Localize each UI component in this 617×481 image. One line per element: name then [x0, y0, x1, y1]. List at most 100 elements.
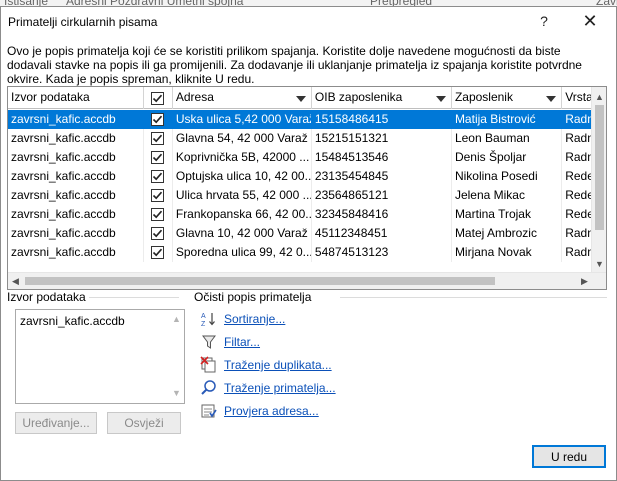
cell-data-source[interactable]: zavrsni_kafic.accdb [8, 205, 145, 224]
column-header-select-all[interactable] [144, 87, 173, 109]
table-row[interactable]: zavrsni_kafic.accdb Uska ulica 5,42 000 V… [8, 110, 592, 129]
cell-data-source[interactable]: zavrsni_kafic.accdb [8, 110, 145, 129]
cell-address[interactable]: Sporedna ulica 99, 42 0... [173, 243, 312, 262]
table-row[interactable]: zavrsni_kafic.accdb Ulica hrvata 55, 42 0… [8, 186, 592, 205]
cell-data-source[interactable]: zavrsni_kafic.accdb [8, 224, 145, 243]
edit-button[interactable]: Uređivanje... [15, 412, 97, 434]
dropdown-arrow-icon[interactable] [546, 96, 557, 102]
list-scrollbar[interactable]: ▲ ▼ [169, 310, 184, 403]
cell-type[interactable]: Rede [562, 186, 592, 205]
cell-type[interactable]: Radn [562, 224, 592, 243]
table-row[interactable]: zavrsni_kafic.accdb Optujska ulica 10, 42… [8, 167, 592, 186]
cell-type[interactable]: Rede [562, 205, 592, 224]
cell-address[interactable]: Frankopanska 66, 42 00... [173, 205, 312, 224]
cell-type[interactable]: Radn [562, 110, 592, 129]
close-button[interactable]: ✕ [575, 9, 605, 33]
column-header-data-source[interactable]: Izvor podataka [8, 87, 145, 109]
column-header-type[interactable]: Vrsta [562, 87, 592, 109]
scroll-thumb[interactable] [25, 277, 495, 285]
dropdown-arrow-icon[interactable] [295, 96, 306, 102]
data-source-list[interactable]: zavrsni_kafic.accdb ▲ ▼ [15, 309, 185, 404]
cell-oib[interactable]: 23564865121 [312, 186, 452, 205]
cell-data-source[interactable]: zavrsni_kafic.accdb [8, 243, 145, 262]
cell-oib[interactable]: 15215151321 [312, 129, 452, 148]
include-checkbox[interactable] [151, 189, 165, 202]
find-recipient-link[interactable]: Traženje primatelja... [224, 381, 336, 395]
cell-oib[interactable]: 15158486415 [312, 110, 452, 129]
cell-type[interactable]: Radn [562, 243, 592, 262]
cell-employee[interactable]: Matija Bistrović [452, 110, 563, 129]
cell-oib[interactable]: 32345848416 [312, 205, 452, 224]
cell-employee[interactable]: Matej Ambrozic [452, 224, 563, 243]
column-header-oib[interactable]: OIB zaposlenika [312, 87, 452, 109]
cell-employee[interactable]: Nikolina Posedi [452, 167, 563, 186]
cell-employee[interactable]: Leon Bauman [452, 129, 563, 148]
refresh-button[interactable]: Osvježi [107, 412, 181, 434]
cell-include[interactable] [144, 129, 173, 148]
cell-address[interactable]: Glavna 10, 42 000 Varaž [173, 224, 312, 243]
table-row[interactable]: zavrsni_kafic.accdb Glavna 54, 42 000 Var… [8, 129, 592, 148]
help-button[interactable]: ? [529, 9, 559, 33]
cell-oib[interactable]: 15484513546 [312, 148, 452, 167]
include-checkbox[interactable] [151, 170, 165, 183]
cell-employee[interactable]: Mirjana Novak [452, 243, 563, 262]
cell-data-source[interactable]: zavrsni_kafic.accdb [8, 186, 145, 205]
cell-address[interactable]: Ulica hrvata 55, 42 000 ... [173, 186, 312, 205]
find-duplicates-link-row[interactable]: Traženje duplikata... [200, 356, 332, 374]
scroll-down-icon[interactable]: ▼ [172, 388, 181, 398]
cell-oib[interactable]: 23135454845 [312, 167, 452, 186]
cell-employee[interactable]: Martina Trojak [452, 205, 563, 224]
horizontal-scrollbar[interactable]: ◀ ▶ [8, 272, 606, 289]
sort-link[interactable]: Sortiranje... [224, 312, 285, 326]
scroll-right-icon[interactable]: ▶ [577, 274, 592, 289]
validate-addresses-link[interactable]: Provjera adresa... [224, 404, 319, 418]
scroll-down-icon[interactable]: ▼ [592, 256, 606, 271]
cell-include[interactable] [144, 110, 173, 129]
find-recipient-link-row[interactable]: Traženje primatelja... [200, 379, 336, 397]
select-all-checkbox[interactable] [151, 91, 165, 105]
cell-include[interactable] [144, 205, 173, 224]
find-duplicates-link[interactable]: Traženje duplikata... [224, 358, 332, 372]
column-header-employee[interactable]: Zaposlenik [452, 87, 563, 109]
cell-employee[interactable]: Jelena Mikac [452, 186, 563, 205]
cell-oib[interactable]: 45112348451 [312, 224, 452, 243]
filter-link-row[interactable]: Filtar... [200, 333, 260, 351]
include-checkbox[interactable] [151, 132, 165, 145]
include-checkbox[interactable] [151, 208, 165, 221]
cell-type[interactable]: Rede [562, 167, 592, 186]
scroll-left-icon[interactable]: ◀ [8, 274, 23, 289]
filter-link[interactable]: Filtar... [224, 335, 260, 349]
cell-address[interactable]: Glavna 54, 42 000 Varaž [173, 129, 312, 148]
sort-link-row[interactable]: A Z Sortiranje... [200, 310, 285, 328]
data-source-item[interactable]: zavrsni_kafic.accdb [20, 314, 125, 328]
ok-button[interactable]: U redu [532, 445, 606, 468]
scroll-up-icon[interactable]: ▲ [172, 314, 181, 324]
cell-include[interactable] [144, 224, 173, 243]
cell-address[interactable]: Uska ulica 5,42 000 Varaž... [173, 110, 312, 129]
include-checkbox[interactable] [151, 113, 165, 126]
cell-address[interactable]: Koprivnička 5B, 42000 ... [173, 148, 312, 167]
table-row[interactable]: zavrsni_kafic.accdb Sporedna ulica 99, 42… [8, 243, 592, 262]
cell-data-source[interactable]: zavrsni_kafic.accdb [8, 167, 145, 186]
scroll-up-icon[interactable]: ▲ [592, 89, 606, 104]
cell-type[interactable]: Radn [562, 129, 592, 148]
include-checkbox[interactable] [151, 246, 165, 259]
table-row[interactable]: zavrsni_kafic.accdb Glavna 10, 42 000 Var… [8, 224, 592, 243]
vertical-scrollbar[interactable]: ▲ ▼ [591, 87, 606, 273]
scroll-thumb[interactable] [595, 105, 604, 230]
validate-addresses-link-row[interactable]: Provjera adresa... [200, 402, 319, 420]
cell-data-source[interactable]: zavrsni_kafic.accdb [8, 148, 145, 167]
cell-employee[interactable]: Denis Špoljar [452, 148, 563, 167]
include-checkbox[interactable] [151, 151, 165, 164]
cell-include[interactable] [144, 148, 173, 167]
cell-include[interactable] [144, 186, 173, 205]
cell-address[interactable]: Optujska ulica 10, 42 00... [173, 167, 312, 186]
table-row[interactable]: zavrsni_kafic.accdb Koprivnička 5B, 42000… [8, 148, 592, 167]
dropdown-arrow-icon[interactable] [435, 96, 446, 102]
column-header-address[interactable]: Adresa [173, 87, 312, 109]
include-checkbox[interactable] [151, 227, 165, 240]
cell-include[interactable] [144, 167, 173, 186]
table-row[interactable]: zavrsni_kafic.accdb Frankopanska 66, 42 0… [8, 205, 592, 224]
cell-data-source[interactable]: zavrsni_kafic.accdb [8, 129, 145, 148]
cell-include[interactable] [144, 243, 173, 262]
